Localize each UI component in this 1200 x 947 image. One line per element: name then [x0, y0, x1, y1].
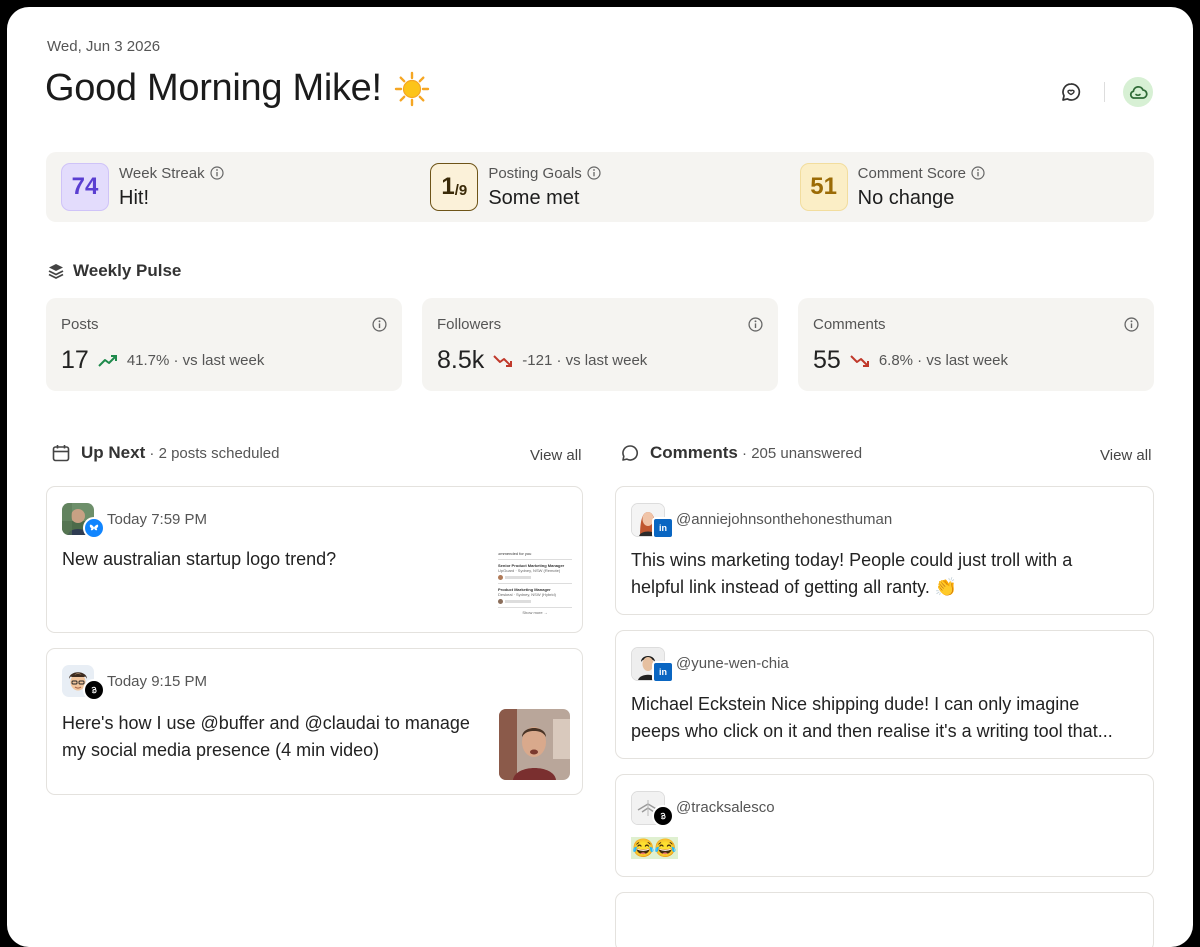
- card-title: Followers: [437, 316, 502, 333]
- comment-card[interactable]: in @anniejohnsonthehonesthuman This wins…: [615, 486, 1154, 615]
- comment-author: @yune-wen-chia: [676, 655, 789, 672]
- comment-text-line: Michael Eckstein Nice shipping dude! I c…: [631, 694, 1080, 714]
- thumb-heading: ommended for you: [498, 551, 532, 556]
- info-icon[interactable]: [748, 317, 763, 332]
- cloud-icon: [1129, 85, 1148, 99]
- info-icon[interactable]: [372, 317, 387, 332]
- divider: [1104, 82, 1105, 102]
- section-title: Weekly Pulse: [73, 261, 182, 280]
- stat-value: Some met: [488, 186, 580, 209]
- stat-comment-score: 51 Comment Score No change: [785, 152, 1154, 222]
- comments-heading: Comments · 205 unanswered: [620, 443, 862, 463]
- comment-card[interactable]: in @yune-wen-chia Michael Eckstein Nice …: [615, 630, 1154, 759]
- post-time: Today 9:15 PM: [107, 673, 208, 690]
- scheduled-post-card[interactable]: Today 7:59 PM New australian startup log…: [46, 486, 583, 633]
- goals-met-count: 1: [441, 173, 455, 200]
- threads-icon: [83, 679, 105, 701]
- layers-icon: [48, 264, 64, 279]
- greeting-text: Good Morning Mike!: [45, 67, 382, 109]
- comment-emoji: 😂😂: [631, 837, 678, 859]
- stat-label: Week Streak: [119, 164, 205, 182]
- current-date: Wed, Jun 3 2026: [47, 38, 161, 55]
- bluesky-icon: [83, 517, 105, 539]
- stat-week-streak: 74 Week Streak Hit!: [46, 152, 415, 222]
- comment-author: @tracksalesco: [676, 799, 775, 816]
- section-title: Up Next: [81, 443, 146, 462]
- up-next-view-all-link[interactable]: View all: [530, 447, 581, 464]
- stat-value: Hit!: [119, 186, 149, 209]
- comment-card[interactable]: @tracksalesco 😂😂: [615, 774, 1154, 877]
- trend-down-icon: [493, 354, 513, 367]
- ai-assistant-button[interactable]: [1123, 77, 1153, 107]
- chat-bubble-icon: [1062, 83, 1081, 101]
- section-subtitle: · 2 posts scheduled: [149, 445, 280, 462]
- comment-text-line: peeps who click on it and then realise i…: [631, 721, 1113, 741]
- page-title: Good Morning Mike!: [45, 67, 430, 110]
- thumb-job-title: Senior Product Marketing Manager: [498, 559, 572, 568]
- stat-value: No change: [857, 186, 955, 209]
- card-value: 17: [61, 346, 89, 374]
- comment-text-line: helpful link instead of getting all rant…: [631, 577, 958, 597]
- info-icon[interactable]: [971, 166, 985, 180]
- comment-text-line: This wins marketing today! People could …: [631, 550, 1073, 570]
- pulse-card-followers[interactable]: Followers 8.5k -121 · vs last week: [422, 298, 778, 391]
- calendar-icon: [52, 445, 70, 462]
- post-text: Here's how I use @buffer and @claudai to…: [62, 710, 470, 764]
- app-window: Wed, Jun 3 2026 Good Morning Mike! 74 We…: [7, 7, 1193, 947]
- goals-badge: 1/9: [430, 163, 479, 211]
- card-title: Comments: [813, 316, 886, 333]
- goals-total: /9: [454, 181, 468, 199]
- weekly-pulse-cards: Posts 17 41.7% · vs last week Followers …: [46, 298, 1154, 391]
- chat-button[interactable]: [1056, 77, 1086, 107]
- stat-label: Posting Goals: [488, 164, 582, 182]
- info-icon[interactable]: [587, 166, 601, 180]
- card-delta: -121 · vs last week: [522, 352, 648, 369]
- comment-card[interactable]: [615, 892, 1154, 947]
- trend-down-icon: [850, 354, 869, 367]
- stat-posting-goals: 1/9 Posting Goals Some met: [415, 152, 784, 222]
- comment-text: 😂😂: [631, 835, 1138, 862]
- streak-score-badge: 74: [61, 163, 109, 211]
- comment-score-badge: 51: [799, 163, 848, 211]
- post-text-line: my social media presence (4 min video): [62, 740, 380, 760]
- pulse-card-posts[interactable]: Posts 17 41.7% · vs last week: [46, 298, 402, 391]
- post-time: Today 7:59 PM: [107, 511, 208, 528]
- thumb-job-location: UpGuard · Sydney, NSW (Remote): [498, 568, 561, 573]
- weekly-pulse-heading: Weekly Pulse: [47, 261, 181, 281]
- comment-bubble-icon: [622, 445, 639, 461]
- linkedin-icon: in: [652, 517, 674, 539]
- stat-label: Comment Score: [857, 164, 967, 182]
- info-icon[interactable]: [209, 166, 224, 180]
- comment-text: This wins marketing today! People could …: [631, 547, 1138, 601]
- card-value: 8.5k: [437, 346, 485, 374]
- section-subtitle: · 205 unanswered: [742, 445, 863, 462]
- post-text: New australian startup logo trend?: [62, 549, 337, 569]
- info-icon[interactable]: [1124, 317, 1139, 332]
- pulse-card-comments[interactable]: Comments 55 6.8% · vs last week: [798, 298, 1154, 391]
- card-title: Posts: [61, 316, 99, 333]
- section-title: Comments: [650, 443, 738, 462]
- post-text-line: Here's how I use @buffer and @claudai to…: [62, 713, 470, 733]
- card-delta: 41.7% · vs last week: [126, 352, 265, 369]
- summary-stats: 74 Week Streak Hit! 1/9 Posting Goals So…: [46, 152, 1154, 222]
- comment-author: @anniejohnsonthehonesthuman: [676, 511, 893, 528]
- thumb-job-location: Deskeal · Sydney, NSW (Hybrid): [498, 592, 556, 597]
- comments-view-all-link[interactable]: View all: [1100, 447, 1151, 464]
- header-actions: [1056, 77, 1153, 107]
- card-delta: 6.8% · vs last week: [878, 352, 1009, 369]
- post-video-thumbnail[interactable]: [499, 709, 570, 780]
- trend-up-icon: [98, 354, 117, 367]
- sun-icon: [394, 71, 429, 106]
- card-value: 55: [813, 346, 841, 374]
- linkedin-icon: in: [652, 661, 674, 683]
- up-next-heading: Up Next · 2 posts scheduled: [51, 443, 279, 463]
- threads-icon: [652, 805, 674, 827]
- post-attachment-thumbnail[interactable]: ommended for you Senior Product Marketin…: [498, 549, 572, 617]
- thumb-job-title: Product Marketing Manager: [498, 583, 572, 592]
- scheduled-post-card[interactable]: Today 9:15 PM Here's how I use @buffer a…: [46, 648, 583, 795]
- thumb-show-more: Show more →: [498, 607, 572, 615]
- comment-text: Michael Eckstein Nice shipping dude! I c…: [631, 691, 1138, 745]
